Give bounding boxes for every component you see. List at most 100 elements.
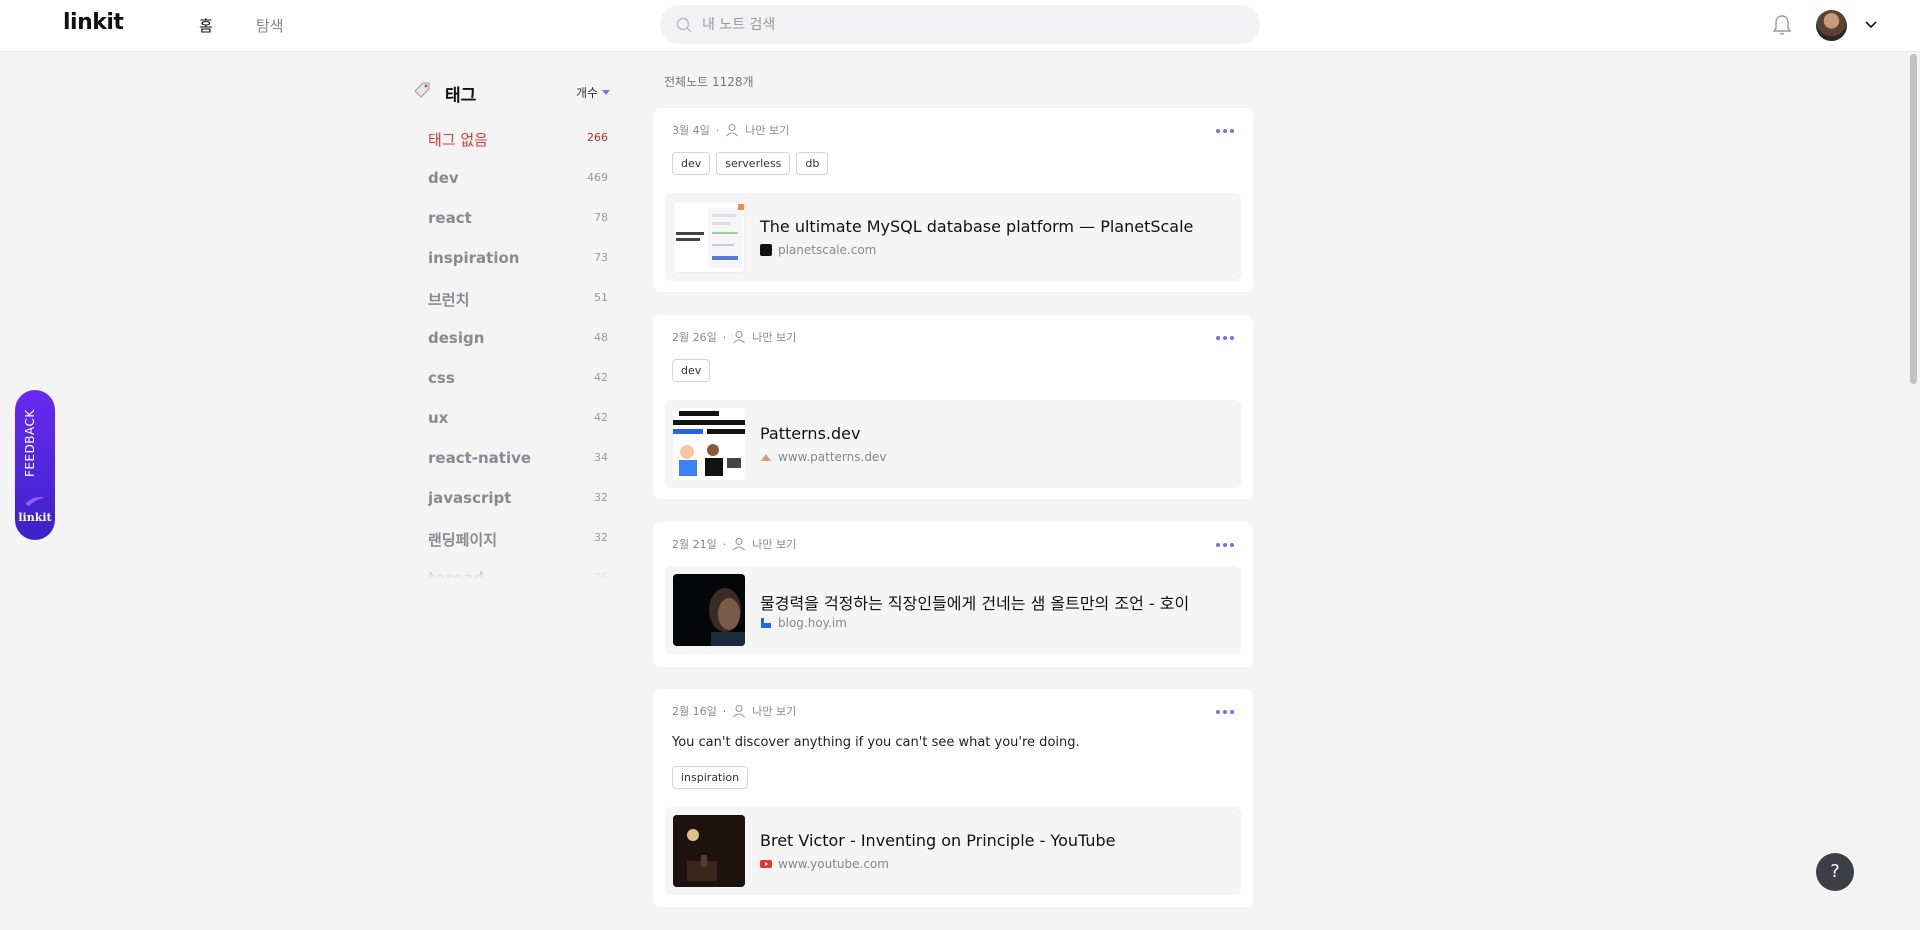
note-date: 2월 21일 [672,538,717,551]
nav-explore[interactable]: 탐색 [256,15,284,36]
patterns-favicon-icon [761,454,771,461]
domain-text: www.youtube.com [778,857,889,871]
tag-item-react[interactable]: react 78 [428,204,608,244]
tag-chip[interactable]: dev [672,359,711,382]
card-meta: 2월 26일 · 나만 보기 [672,329,796,345]
tag-count: 42 [594,411,608,424]
tag-item-css[interactable]: css 42 [428,364,608,404]
tag-count: 78 [594,211,608,224]
chevron-down-icon[interactable] [1864,20,1878,30]
tag-count: 32 [594,531,608,544]
link-preview[interactable]: Patterns.dev www.patterns.dev [665,400,1241,488]
note-date: 3월 4일 [672,124,710,137]
tag-chip[interactable]: serverless [716,152,791,175]
tag-item-ux[interactable]: ux 42 [428,404,608,444]
visibility-label: 나만 보기 [752,705,797,718]
link-thumbnail [673,201,745,273]
more-options-icon[interactable] [1215,709,1235,715]
link-title[interactable]: 물경력을 걱정하는 직장인들에게 건네는 샘 올트만의 조언 - 호이 [760,590,1189,614]
link-thumbnail [673,815,745,887]
tag-item-react-native[interactable]: react-native 34 [428,444,608,484]
help-button[interactable]: ? [1816,853,1854,891]
patterns-preview-image [673,408,745,480]
tag-chip[interactable]: dev [672,152,711,175]
caret-down-icon [602,89,611,95]
search-input[interactable] [702,16,1222,33]
note-date: 2월 16일 [672,705,717,718]
tag-count: 42 [594,371,608,384]
sort-dropdown[interactable]: 개수 [576,84,611,101]
more-options-icon[interactable] [1215,542,1235,548]
tag-list: 태그 없음 266 dev 469 react 78 inspiration 7… [428,124,608,579]
card-meta: 3월 4일 · 나만 보기 [672,122,789,138]
link-preview[interactable]: The ultimate MySQL database platform — P… [665,193,1241,281]
tag-name: ux [428,409,449,427]
scrollbar-thumb[interactable] [1910,54,1917,384]
tag-item-dev[interactable]: dev 469 [428,164,608,204]
planetscale-preview-image [676,204,744,268]
tag-name: react-native [428,449,532,467]
tag-chip[interactable]: inspiration [672,766,749,789]
tag-count: 469 [587,171,608,184]
more-options-icon[interactable] [1215,128,1235,134]
tag-chips: inspiration [672,766,749,789]
nav-home[interactable]: 홈 [199,15,213,36]
tag-item-brunch[interactable]: 브런치 51 [428,284,608,324]
user-avatar[interactable] [1816,10,1847,41]
note-date: 2월 26일 [672,331,717,344]
planetscale-icon [760,244,772,256]
swoosh-icon [25,496,45,506]
link-preview[interactable]: Bret Victor - Inventing on Principle - Y… [665,807,1241,895]
list-fade [428,559,608,579]
feedback-label: FEEDBACK [23,409,37,477]
tags-title: 태그 [445,86,477,106]
domain-text: blog.hoy.im [778,616,847,630]
tag-count: 32 [594,491,608,504]
link-domain: blog.hoy.im [760,616,847,630]
card-meta: 2월 16일 · 나만 보기 [672,703,796,719]
note-card[interactable]: 3월 4일 · 나만 보기 dev serverless db The ulti… [653,108,1253,292]
person-icon [733,704,746,718]
domain-text: www.patterns.dev [778,450,887,464]
tag-name: design [428,329,485,347]
tag-name: react [428,209,472,227]
bell-icon[interactable] [1772,14,1792,36]
tag-item-javascript[interactable]: javascript 32 [428,484,608,524]
more-options-icon[interactable] [1215,335,1235,341]
link-title[interactable]: The ultimate MySQL database platform — P… [760,217,1193,236]
note-card[interactable]: 2월 16일 · 나만 보기 You can't discover anythi… [653,689,1253,907]
link-thumbnail [673,574,745,646]
video-preview-image [673,815,745,887]
search-icon [676,17,692,32]
meta-separator: · [715,123,720,137]
link-preview[interactable]: 물경력을 걱정하는 직장인들에게 건네는 샘 올트만의 조언 - 호이 blog… [665,566,1241,654]
feedback-button[interactable]: FEEDBACK linkit [15,390,55,540]
meta-separator: · [722,537,727,551]
link-title[interactable]: Patterns.dev [760,424,860,443]
tag-name: 브런치 [428,291,470,309]
tag-item-landing[interactable]: 랜딩페이지 32 [428,524,608,564]
page-scrollbar[interactable] [1907,52,1920,930]
tag-icon [414,82,430,98]
tag-chip[interactable]: db [796,152,829,175]
person-icon [733,537,746,551]
card-meta: 2월 21일 · 나만 보기 [672,536,796,552]
note-card[interactable]: 2월 26일 · 나만 보기 dev Patterns.dev www.patt… [653,315,1253,499]
tag-item-design[interactable]: design 48 [428,324,608,364]
person-icon [726,123,739,137]
link-domain: www.patterns.dev [760,450,886,464]
person-icon [733,330,746,344]
tags-header: 태그 개수 [410,76,620,106]
note-card[interactable]: 2월 21일 · 나만 보기 물경력을 걱정하는 직장인들에게 건네는 샘 올트… [653,522,1253,667]
meta-separator: · [722,704,727,718]
visibility-label: 나만 보기 [752,538,797,551]
link-title[interactable]: Bret Victor - Inventing on Principle - Y… [760,831,1115,850]
visibility-label: 나만 보기 [752,331,797,344]
tag-item-inspiration[interactable]: inspiration 73 [428,244,608,284]
meta-separator: · [722,330,727,344]
search-bar[interactable] [660,5,1260,44]
tag-name: inspiration [428,249,520,267]
youtube-icon [760,860,772,868]
tag-item-untagged[interactable]: 태그 없음 266 [428,124,608,164]
app-logo[interactable]: linkit [63,10,124,35]
